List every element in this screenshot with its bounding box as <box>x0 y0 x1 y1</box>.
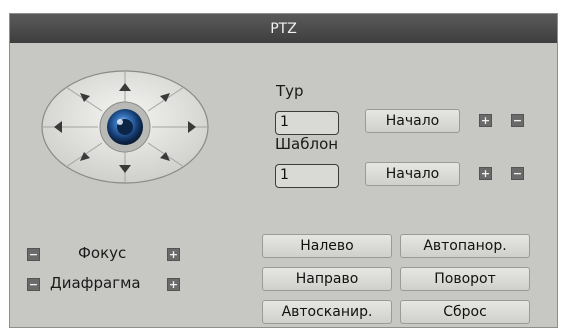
pattern-number-input[interactable]: 1 <box>275 164 339 188</box>
pattern-label: Шаблон <box>275 135 339 153</box>
tour-add-icon[interactable]: + <box>479 114 492 127</box>
rotate-button[interactable]: Поворот <box>400 267 530 291</box>
focus-label: Фокус <box>78 244 127 262</box>
autopan-button[interactable]: Автопанор. <box>400 234 530 258</box>
tour-start-button[interactable]: Начало <box>365 109 460 133</box>
autoscan-button[interactable]: Автосканир. <box>262 300 392 324</box>
ptz-direction-pad <box>41 70 209 184</box>
iris-label: Диафрагма <box>50 274 141 292</box>
title-bar[interactable]: PTZ <box>10 14 557 43</box>
window-title: PTZ <box>270 20 297 37</box>
tour-label: Тур <box>276 82 304 100</box>
reset-button[interactable]: Сброс <box>400 300 530 324</box>
pattern-start-button[interactable]: Начало <box>365 162 460 186</box>
tour-remove-icon[interactable]: − <box>511 114 524 127</box>
ptz-dialog: PTZ Тур 1 Начало + − Шаблон 1 Начало + −… <box>9 13 558 328</box>
pan-right-button[interactable]: Направо <box>262 267 392 291</box>
focus-minus-icon[interactable]: − <box>27 248 40 261</box>
camera-lens-icon[interactable] <box>99 101 151 153</box>
pan-left-button[interactable]: Налево <box>262 234 392 258</box>
iris-minus-icon[interactable]: − <box>27 278 40 291</box>
iris-plus-icon[interactable]: + <box>167 278 180 291</box>
focus-plus-icon[interactable]: + <box>167 248 180 261</box>
pattern-add-icon[interactable]: + <box>479 167 492 180</box>
tour-number-input[interactable]: 1 <box>275 111 339 135</box>
pattern-remove-icon[interactable]: − <box>511 167 524 180</box>
